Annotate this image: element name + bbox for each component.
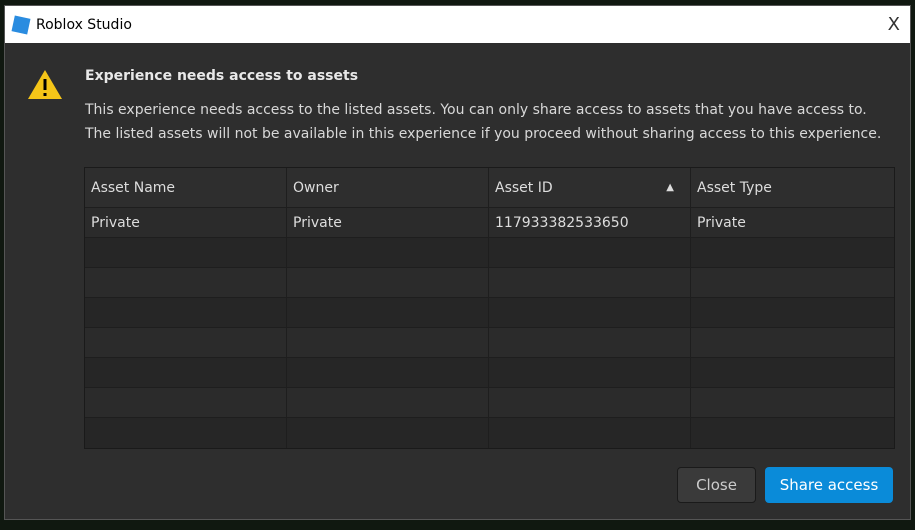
- column-header-asset-id[interactable]: Asset ID ▲: [489, 168, 691, 207]
- empty-row: [85, 388, 894, 418]
- table-row[interactable]: Private Private 117933382533650 Private: [85, 208, 894, 238]
- close-window-button[interactable]: X: [888, 14, 900, 35]
- empty-row: [85, 328, 894, 358]
- empty-row: [85, 358, 894, 388]
- title-bar: Roblox Studio X: [5, 6, 910, 43]
- column-header-asset-type[interactable]: Asset Type: [691, 168, 894, 207]
- empty-row: [85, 298, 894, 328]
- empty-row: [85, 238, 894, 268]
- column-header-label: Asset ID: [495, 179, 553, 196]
- asset-access-dialog: Roblox Studio X Experience needs access …: [4, 5, 911, 520]
- column-header-asset-name[interactable]: Asset Name: [85, 168, 287, 207]
- cell-asset-name: Private: [85, 208, 287, 237]
- window-title: Roblox Studio: [36, 16, 132, 33]
- cell-asset-type: Private: [697, 214, 746, 231]
- warning-icon: [28, 70, 62, 99]
- table-header: Asset Name Owner Asset ID ▲ Asset Type: [85, 168, 894, 208]
- column-header-owner[interactable]: Owner: [287, 168, 489, 207]
- empty-row: [85, 418, 894, 448]
- close-button[interactable]: Close: [677, 467, 756, 503]
- assets-table: Asset Name Owner Asset ID ▲ Asset Type Pr…: [84, 167, 895, 449]
- dialog-description: This experience needs access to the list…: [85, 102, 882, 142]
- empty-row: [85, 268, 894, 298]
- dialog-heading: Experience needs access to assets: [85, 68, 359, 84]
- sort-ascending-icon: ▲: [666, 182, 674, 193]
- cell-asset-id: 117933382533650: [489, 208, 691, 237]
- cell-owner: Private: [287, 208, 489, 237]
- share-access-button[interactable]: Share access: [765, 467, 893, 503]
- roblox-studio-logo-icon: [11, 15, 31, 34]
